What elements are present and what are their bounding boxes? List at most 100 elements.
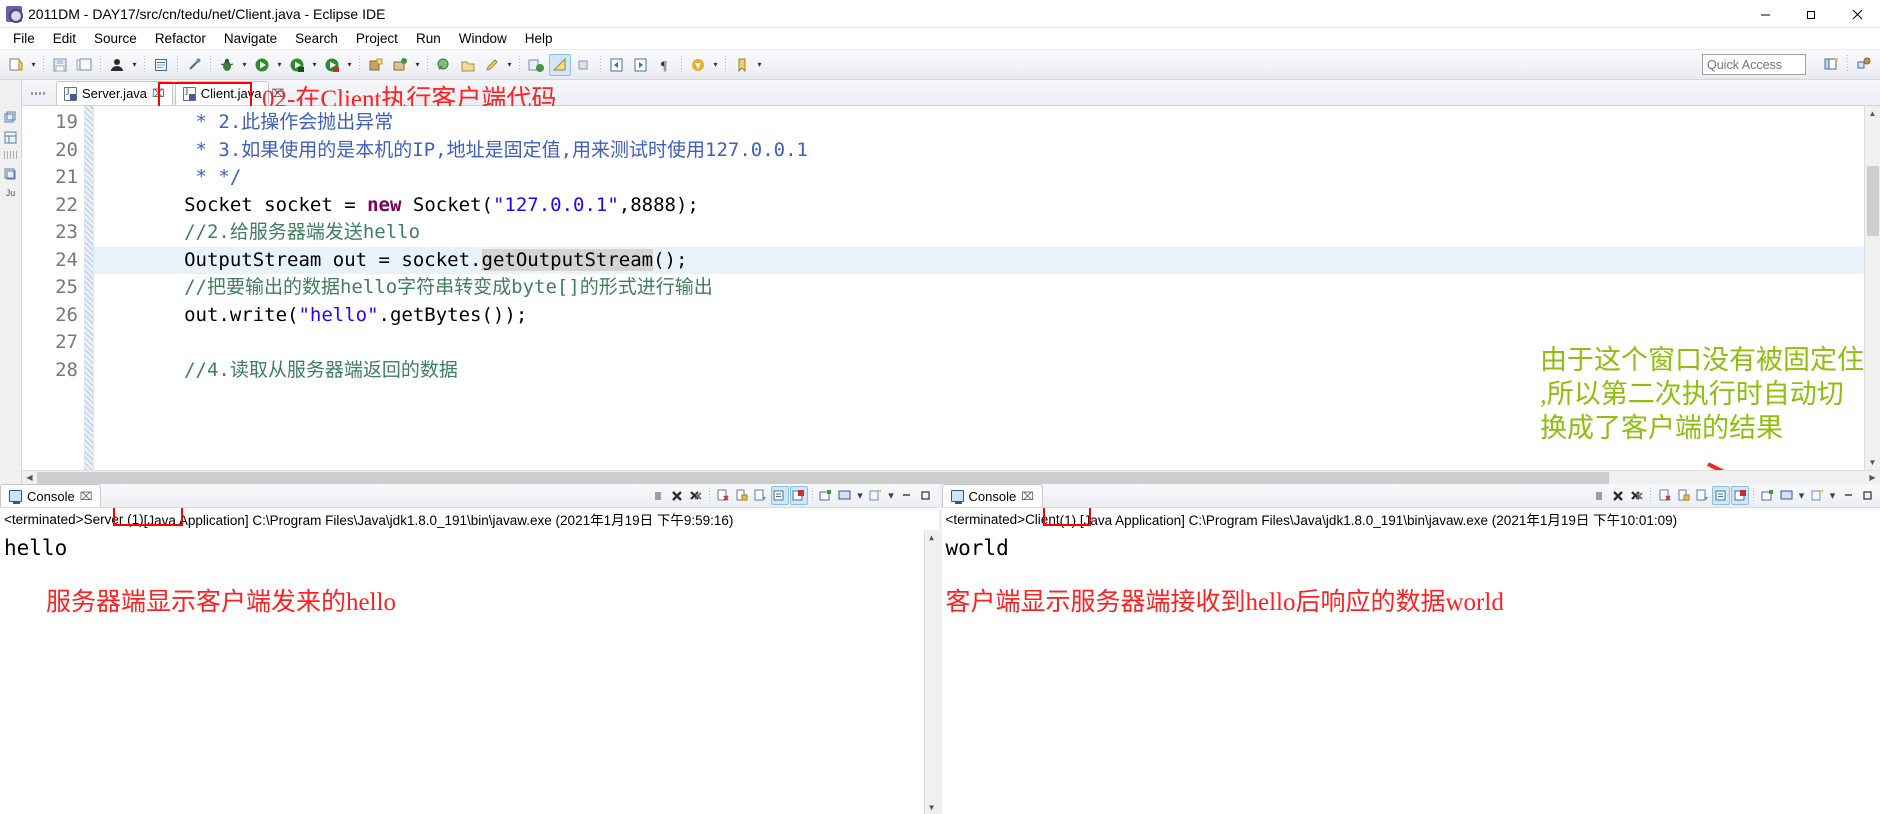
terminate-all-icon[interactable] [1590,486,1608,505]
debug-icon[interactable] [216,54,238,76]
scroll-lock-icon[interactable] [733,486,751,505]
console-dropdown-icon[interactable]: ▾ [1796,486,1807,505]
remove-all-terminated-icon[interactable] [1628,486,1646,505]
remove-launch-icon[interactable] [668,486,686,505]
save-all-icon[interactable] [73,54,95,76]
last-edit-location-icon[interactable] [573,54,595,76]
run-history-icon[interactable] [286,54,308,76]
run-coverage-icon[interactable] [321,54,343,76]
console-tab[interactable]: Console ⌧ [942,484,1043,507]
restore-button[interactable] [1788,0,1834,28]
editor-vertical-scrollbar[interactable]: ▲ ▼ [1864,106,1880,470]
open-console-menu-icon[interactable] [836,486,854,505]
bookmark-dropdown-icon[interactable]: ▾ [754,54,765,76]
editor-tab-dragbar[interactable] [22,81,56,105]
scroll-up-icon[interactable]: ▲ [925,530,939,544]
pin-console-icon[interactable] [1693,486,1711,505]
junit-view-icon[interactable]: Ju [2,184,20,202]
rail-drag-handle[interactable] [4,151,18,159]
code-line[interactable]: //把要输出的数据hello字符串转变成byte[]的形式进行输出 [94,274,1864,302]
next-annotation-icon[interactable] [525,54,547,76]
display-selected-console-icon[interactable] [771,486,789,505]
menu-item-file[interactable]: File [4,29,44,48]
code-line[interactable]: OutputStream out = socket.getOutputStrea… [94,247,1864,275]
search-pencil-dropdown-icon[interactable]: ▾ [504,54,515,76]
menu-item-source[interactable]: Source [85,29,146,48]
new-icon[interactable] [5,54,27,76]
document-icon[interactable] [150,54,172,76]
menu-item-help[interactable]: Help [516,29,562,48]
minimize-view-icon[interactable] [898,486,916,505]
minimize-view-icon[interactable] [1839,486,1857,505]
restore-view-icon[interactable] [2,108,20,126]
maximize-view-icon[interactable] [917,486,935,505]
remove-launch-icon[interactable] [1609,486,1627,505]
open-console-icon[interactable] [790,486,808,505]
run-coverage-dropdown-icon[interactable]: ▾ [344,54,355,76]
scroll-lock-icon[interactable] [1674,486,1692,505]
close-icon[interactable]: ⌧ [80,490,93,503]
new-java-project-icon[interactable] [365,54,387,76]
editor-tab-server[interactable]: Server.java ⌧ [56,81,173,105]
new-package-dropdown-icon[interactable]: ▾ [412,54,423,76]
scroll-down-icon[interactable]: ▼ [1865,455,1880,470]
new-console-view-icon[interactable] [817,486,835,505]
remove-all-terminated-icon[interactable] [687,486,705,505]
view-menu-dropdown-icon[interactable]: ▾ [886,486,897,505]
open-type-icon[interactable] [433,54,455,76]
package-explorer-icon[interactable] [2,128,20,146]
person-dropdown-icon[interactable]: ▾ [129,54,140,76]
pin-view-icon[interactable] [867,486,885,505]
menu-item-project[interactable]: Project [347,29,407,48]
menu-item-window[interactable]: Window [450,29,516,48]
new-dropdown-icon[interactable]: ▾ [28,54,39,76]
pilcrow-icon[interactable]: ¶ [654,54,676,76]
close-icon[interactable]: ⌧ [152,87,165,100]
terminate-all-icon[interactable] [649,486,667,505]
previous-annotation-icon[interactable] [549,54,571,76]
back-icon[interactable] [606,54,628,76]
open-console-menu-icon[interactable] [1777,486,1795,505]
console-vertical-scrollbar[interactable]: ▲ ▼ [924,530,939,814]
close-icon[interactable]: ⌧ [1021,490,1034,503]
view-menu-dropdown-icon[interactable]: ▾ [1827,486,1838,505]
console-tab[interactable]: Console ⌧ [0,484,101,507]
hscroll-thumb[interactable] [37,472,1609,484]
new-console-view-icon[interactable] [1758,486,1776,505]
close-button[interactable] [1834,0,1880,28]
folding-strip[interactable] [84,106,94,470]
scroll-left-icon[interactable]: ◀ [22,473,37,482]
code-line[interactable]: out.write("hello".getBytes()); [94,302,1864,330]
open-resource-icon[interactable] [457,54,479,76]
menu-item-run[interactable]: Run [407,29,450,48]
display-selected-console-icon[interactable] [1712,486,1730,505]
console-dropdown-icon[interactable]: ▾ [855,486,866,505]
hscroll-track[interactable] [37,472,1865,484]
debug-dropdown-icon[interactable]: ▾ [239,54,250,76]
download-dropdown-icon[interactable]: ▾ [710,54,721,76]
forward-icon[interactable] [630,54,652,76]
code-line[interactable]: Socket socket = new Socket("127.0.0.1",8… [94,192,1864,220]
quick-access-input[interactable] [1702,54,1806,75]
search-pencil-icon[interactable] [481,54,503,76]
open-perspective-icon[interactable] [1820,53,1842,75]
person-icon[interactable] [106,54,128,76]
clear-console-icon[interactable] [714,486,732,505]
maximize-view-icon[interactable] [1858,486,1876,505]
run-dropdown-icon[interactable]: ▾ [274,54,285,76]
java-perspective-icon[interactable] [1853,53,1875,75]
download-icon[interactable] [687,54,709,76]
code-line[interactable]: * */ [94,164,1864,192]
open-console-icon[interactable] [1731,486,1749,505]
run-history-dropdown-icon[interactable]: ▾ [309,54,320,76]
code-line[interactable]: * 3.如果使用的是本机的IP,地址是固定值,用来测试时使用127.0.0.1 [94,137,1864,165]
link-icon[interactable] [183,54,205,76]
new-package-icon[interactable] [389,54,411,76]
minimize-button[interactable] [1742,0,1788,28]
console-output-server[interactable]: hello 服务器端显示客户端发来的hello ▲ ▼ [0,530,939,814]
bookmark-icon[interactable] [731,54,753,76]
scroll-right-icon[interactable]: ▶ [1865,473,1880,482]
hierarchy-view-icon[interactable] [2,164,20,182]
pin-console-icon[interactable] [752,486,770,505]
pin-view-icon[interactable] [1808,486,1826,505]
